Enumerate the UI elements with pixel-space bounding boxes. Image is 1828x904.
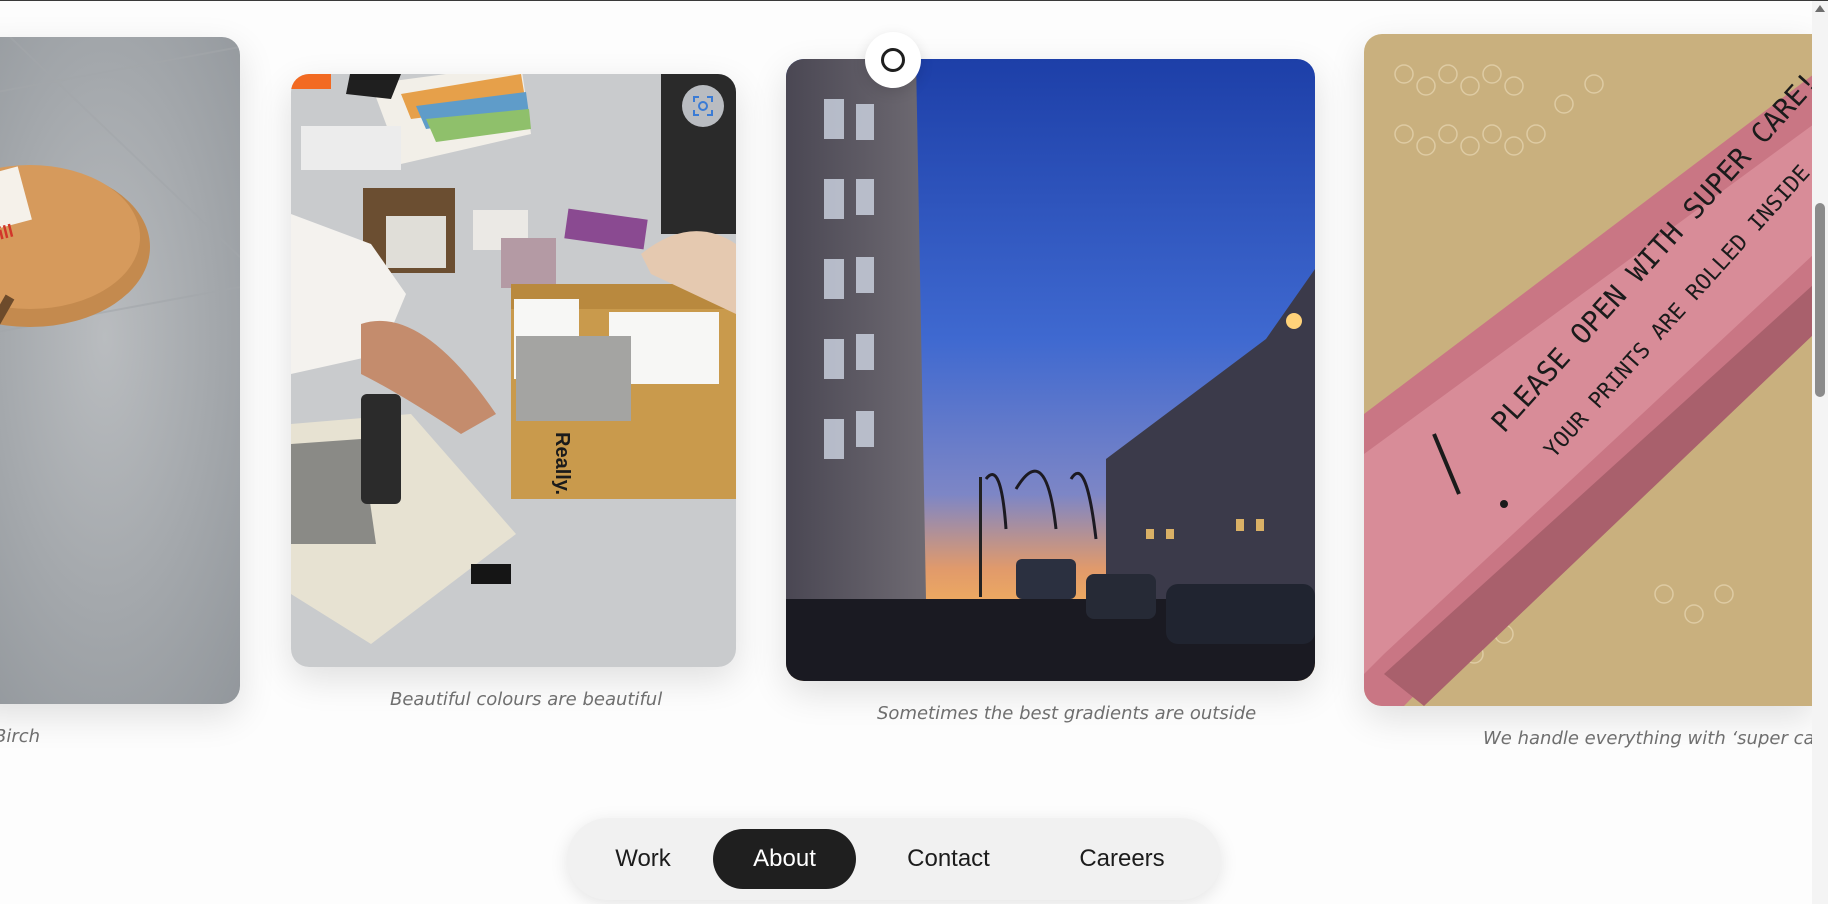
vertical-scrollbar[interactable] xyxy=(1812,1,1828,904)
gallery-image-tube: PLEASE OPEN WITH SUPER CARE! YOUR PRINTS… xyxy=(1364,34,1814,706)
scroll-up-arrow-icon[interactable] xyxy=(1815,5,1825,12)
caption-birch: Birch xyxy=(0,726,41,747)
gallery-image-dusk xyxy=(786,59,1315,681)
image-gallery: Grill Birch Really xyxy=(0,1,1828,903)
nav-item-work[interactable]: Work xyxy=(573,829,713,889)
scan-icon xyxy=(693,96,713,116)
caption-tube: We handle everything with ‘super care’ xyxy=(1483,728,1828,749)
gallery-image-birch: Grill xyxy=(0,37,240,704)
gallery-card-birch[interactable]: Grill xyxy=(0,37,240,704)
gallery-image-swatches: Really. xyxy=(291,74,736,667)
gallery-card-tube[interactable]: PLEASE OPEN WITH SUPER CARE! YOUR PRINTS… xyxy=(1364,34,1814,706)
nav-item-about[interactable]: About xyxy=(713,829,856,889)
gallery-card-swatches[interactable]: Really. xyxy=(291,74,736,667)
main-navigation: Work About Contact Careers xyxy=(567,818,1221,900)
nav-item-contact[interactable]: Contact xyxy=(856,829,1041,889)
box-brand-text: Really. xyxy=(551,432,573,495)
nav-item-careers[interactable]: Careers xyxy=(1041,829,1203,889)
caption-swatches: Beautiful colours are beautiful xyxy=(390,689,663,710)
caption-dusk: Sometimes the best gradients are outside xyxy=(877,703,1257,724)
scan-image-button[interactable] xyxy=(682,85,724,127)
scrollbar-thumb[interactable] xyxy=(1815,203,1825,397)
gallery-card-dusk[interactable] xyxy=(786,59,1315,681)
cursor-ring-icon xyxy=(881,48,905,72)
custom-cursor xyxy=(865,32,921,88)
